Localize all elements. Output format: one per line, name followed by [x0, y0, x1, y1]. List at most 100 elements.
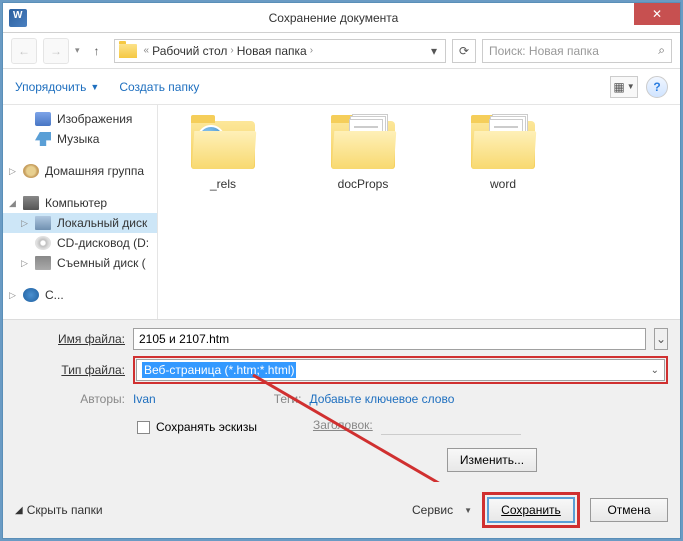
sidebar-label: Съемный диск (: [57, 256, 146, 270]
expand-icon[interactable]: ◢: [9, 198, 16, 209]
forward-icon: →: [50, 44, 62, 58]
search-icon: ⌕: [658, 43, 665, 58]
folder-rels[interactable]: _rels: [178, 115, 268, 191]
collapse-icon[interactable]: ▷: [9, 290, 16, 301]
filetype-row: Тип файла: Веб-страница (*.htm;*.html) ⌄: [15, 356, 668, 384]
filename-label: Имя файла:: [15, 332, 125, 346]
network-icon: [23, 288, 39, 302]
sidebar-label: Музыка: [57, 132, 99, 146]
folder-icon: [329, 115, 397, 171]
save-thumbnails-checkbox[interactable]: [137, 421, 150, 434]
breadcrumb-bar[interactable]: « Рабочий стол › Новая папка › ▾: [114, 39, 446, 63]
folder-icon: [119, 44, 137, 58]
view-mode-button[interactable]: ▦ ▼: [610, 76, 638, 98]
filename-input[interactable]: [133, 328, 646, 350]
chevron-down-icon: ▼: [464, 506, 472, 515]
sidebar-label: С...: [45, 288, 64, 302]
service-label: Сервис: [412, 503, 453, 517]
sidebar-item-removable[interactable]: ▷ Съемный диск (: [3, 253, 157, 273]
footer: ◢ Скрыть папки Сервис ▼ Сохранить Отмена: [3, 482, 680, 538]
chevron-down-icon: ▼: [627, 82, 635, 91]
sidebar-item-pictures[interactable]: Изображения: [3, 109, 157, 129]
change-button[interactable]: Изменить...: [447, 448, 537, 472]
breadcrumb-prefix: «: [144, 45, 150, 56]
filetype-value: Веб-страница (*.htm;*.html): [142, 362, 296, 378]
file-list-view[interactable]: _rels docProps word: [158, 105, 680, 319]
collapse-icon[interactable]: ▷: [9, 166, 16, 177]
close-icon: ✕: [652, 7, 662, 21]
window-title: Сохранение документа: [33, 11, 634, 25]
titlebar: Сохранение документа ✕: [3, 3, 680, 33]
filename-dropdown[interactable]: ⌄: [654, 328, 668, 350]
new-folder-label: Создать папку: [119, 80, 199, 94]
removable-disk-icon: [35, 256, 51, 270]
sidebar-item-music[interactable]: Музыка: [3, 129, 157, 149]
breadcrumb-dropdown[interactable]: ▾: [427, 44, 441, 58]
hide-folders-button[interactable]: ◢ Скрыть папки: [15, 503, 103, 517]
sidebar-item-computer[interactable]: ◢ Компьютер: [3, 193, 157, 213]
filetype-label: Тип файла:: [15, 363, 125, 377]
folder-icon: [469, 115, 537, 171]
up-icon: ↑: [94, 44, 100, 58]
collapse-icon[interactable]: ▷: [21, 218, 28, 229]
title-input[interactable]: [381, 415, 521, 435]
collapse-icon[interactable]: ▷: [21, 258, 28, 269]
organize-label: Упорядочить: [15, 80, 86, 94]
save-label: Сохранить: [501, 503, 561, 517]
sidebar-label: Компьютер: [45, 196, 107, 210]
computer-icon: [23, 196, 39, 210]
navigation-bar: ← → ▾ ↑ « Рабочий стол › Новая папка › ▾…: [3, 33, 680, 69]
new-folder-button[interactable]: Создать папку: [119, 80, 199, 94]
help-button[interactable]: ?: [646, 76, 668, 98]
title-row: Заголовок:: [313, 410, 521, 440]
sidebar-label: Изображения: [57, 112, 132, 126]
authors-row: Авторы: Ivan Теги: Добавьте ключевое сло…: [15, 392, 668, 406]
bottom-panel: Имя файла: ⌄ Тип файла: Веб-страница (*.…: [3, 319, 680, 482]
music-icon: [35, 132, 51, 146]
tiles-icon: ▦: [613, 80, 624, 94]
folder-icon: [189, 115, 257, 171]
folder-docprops[interactable]: docProps: [318, 115, 408, 191]
forward-button[interactable]: →: [43, 38, 69, 64]
cancel-button[interactable]: Отмена: [590, 498, 668, 522]
refresh-button[interactable]: ⟳: [452, 39, 476, 63]
sidebar-item-cddrive[interactable]: CD-дисковод (D:: [3, 233, 157, 253]
back-icon: ←: [18, 44, 30, 58]
help-icon: ?: [653, 80, 660, 94]
authors-label: Авторы:: [15, 392, 125, 406]
search-placeholder: Поиск: Новая папка: [489, 44, 599, 58]
close-button[interactable]: ✕: [634, 3, 680, 25]
up-button[interactable]: ↑: [86, 40, 108, 62]
save-thumbnails-label[interactable]: Сохранять эскизы: [156, 420, 257, 434]
breadcrumb-sep-icon: ›: [230, 45, 233, 56]
back-button[interactable]: ←: [11, 38, 37, 64]
breadcrumb-sep-icon: ›: [310, 45, 313, 56]
breadcrumb-part1[interactable]: Рабочий стол: [152, 44, 227, 58]
content-area: Изображения Музыка ▷ Домашняя группа ◢ К…: [3, 105, 680, 319]
search-input[interactable]: Поиск: Новая папка ⌕: [482, 39, 672, 63]
hide-folders-label: Скрыть папки: [27, 503, 103, 517]
save-dialog-window: Сохранение документа ✕ ← → ▾ ↑ « Рабочий…: [2, 2, 681, 539]
history-dropdown[interactable]: ▾: [75, 45, 80, 56]
authors-value[interactable]: Ivan: [133, 392, 156, 406]
sidebar-item-network[interactable]: ▷ С...: [3, 285, 157, 305]
refresh-icon: ⟳: [459, 44, 469, 58]
folder-word[interactable]: word: [458, 115, 548, 191]
service-menu[interactable]: Сервис ▼: [412, 503, 472, 517]
toolbar: Упорядочить ▼ Создать папку ▦ ▼ ?: [3, 69, 680, 105]
folder-label: _rels: [210, 177, 236, 191]
tags-label: Теги:: [274, 392, 302, 406]
tags-value[interactable]: Добавьте ключевое слово: [309, 392, 454, 406]
folder-label: docProps: [338, 177, 389, 191]
organize-menu[interactable]: Упорядочить ▼: [15, 80, 99, 94]
sidebar-item-homegroup[interactable]: ▷ Домашняя группа: [3, 161, 157, 181]
sidebar: Изображения Музыка ▷ Домашняя группа ◢ К…: [3, 105, 158, 319]
title-label: Заголовок:: [313, 418, 373, 432]
sidebar-item-localdisk[interactable]: ▷ Локальный диск: [3, 213, 157, 233]
homegroup-icon: [23, 164, 39, 178]
save-button[interactable]: Сохранить: [487, 497, 575, 523]
annotation-highlight: Веб-страница (*.htm;*.html) ⌄: [133, 356, 668, 384]
chevron-down-icon: ▼: [90, 82, 99, 92]
filetype-combo[interactable]: Веб-страница (*.htm;*.html) ⌄: [136, 359, 665, 381]
breadcrumb-part2[interactable]: Новая папка: [237, 44, 307, 58]
